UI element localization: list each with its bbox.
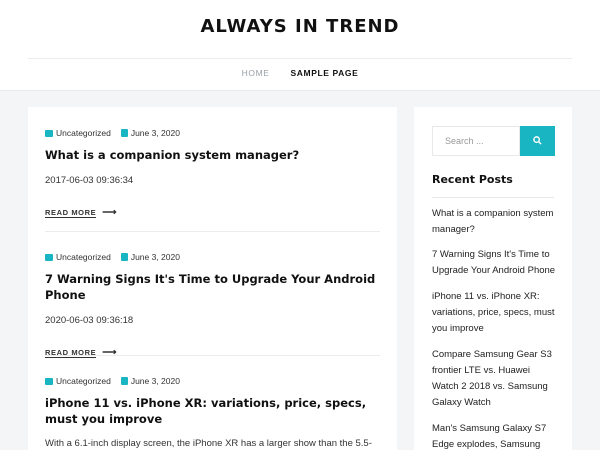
nav-home[interactable]: HOME: [242, 68, 270, 78]
post-card: Uncategorized June 3, 2020 What is a com…: [45, 127, 380, 218]
recent-posts-divider: [432, 197, 554, 198]
post-meta: Uncategorized June 3, 2020: [45, 251, 380, 263]
recent-post-link[interactable]: Compare Samsung Gear S3 frontier LTE vs.…: [432, 347, 556, 411]
post-title[interactable]: iPhone 11 vs. iPhone XR: variations, pri…: [45, 395, 380, 427]
post-title[interactable]: 7 Warning Signs It's Time to Upgrade You…: [45, 271, 380, 303]
post-card: Uncategorized June 3, 2020 7 Warning Sig…: [45, 251, 380, 358]
read-more-label[interactable]: READ MORE: [45, 208, 97, 218]
search-input[interactable]: Search ...: [432, 126, 520, 156]
calendar-icon: [120, 253, 128, 261]
folder-icon: [45, 129, 53, 137]
post-divider: [45, 355, 380, 356]
folder-icon: [45, 253, 53, 261]
nav-sample-page[interactable]: SAMPLE PAGE: [291, 68, 359, 78]
post-divider: [45, 231, 380, 232]
recent-posts-title: Recent Posts: [432, 173, 513, 186]
recent-post-link[interactable]: What is a companion system manager?: [432, 206, 556, 238]
recent-post-link[interactable]: iPhone 11 vs. iPhone XR: variations, pri…: [432, 289, 556, 337]
site-title[interactable]: ALWAYS IN TREND: [0, 16, 600, 37]
post-meta: Uncategorized June 3, 2020: [45, 127, 380, 139]
search-button[interactable]: [520, 126, 555, 156]
post-timestamp: 2020-06-03 09:36:18: [45, 315, 134, 326]
header-divider: [28, 58, 572, 59]
arrow-right-icon: ⟶: [102, 347, 118, 358]
main-nav: HOME SAMPLE PAGE: [0, 68, 600, 78]
post-category[interactable]: Uncategorized: [56, 376, 111, 386]
post-date[interactable]: June 3, 2020: [131, 252, 180, 262]
post-title[interactable]: What is a companion system manager?: [45, 147, 380, 163]
read-more-link[interactable]: READ MORE ⟶: [45, 347, 380, 358]
folder-icon: [45, 377, 53, 385]
recent-post-link[interactable]: Man's Samsung Galaxy S7 Edge explodes, S…: [432, 421, 556, 450]
read-more-label[interactable]: READ MORE: [45, 348, 97, 358]
post-card: Uncategorized June 3, 2020 iPhone 11 vs.…: [45, 375, 380, 450]
calendar-icon: [120, 377, 128, 385]
arrow-right-icon: ⟶: [102, 207, 118, 218]
calendar-icon: [120, 129, 128, 137]
post-date[interactable]: June 3, 2020: [131, 128, 180, 138]
post-category[interactable]: Uncategorized: [56, 128, 111, 138]
sidebar: Search ... Recent Posts What is a compan…: [414, 107, 572, 450]
search-icon: [533, 136, 542, 145]
recent-post-link[interactable]: 7 Warning Signs It's Time to Upgrade You…: [432, 247, 556, 279]
read-more-link[interactable]: READ MORE ⟶: [45, 207, 380, 218]
post-meta: Uncategorized June 3, 2020: [45, 375, 380, 387]
post-category[interactable]: Uncategorized: [56, 252, 111, 262]
post-timestamp: 2017-06-03 09:36:34: [45, 175, 134, 186]
post-date[interactable]: June 3, 2020: [131, 376, 180, 386]
post-excerpt: With a 6.1-inch display screen, the iPho…: [45, 438, 372, 449]
site-header: ALWAYS IN TREND HOME SAMPLE PAGE: [0, 0, 600, 91]
post-list: Uncategorized June 3, 2020 What is a com…: [28, 107, 397, 450]
